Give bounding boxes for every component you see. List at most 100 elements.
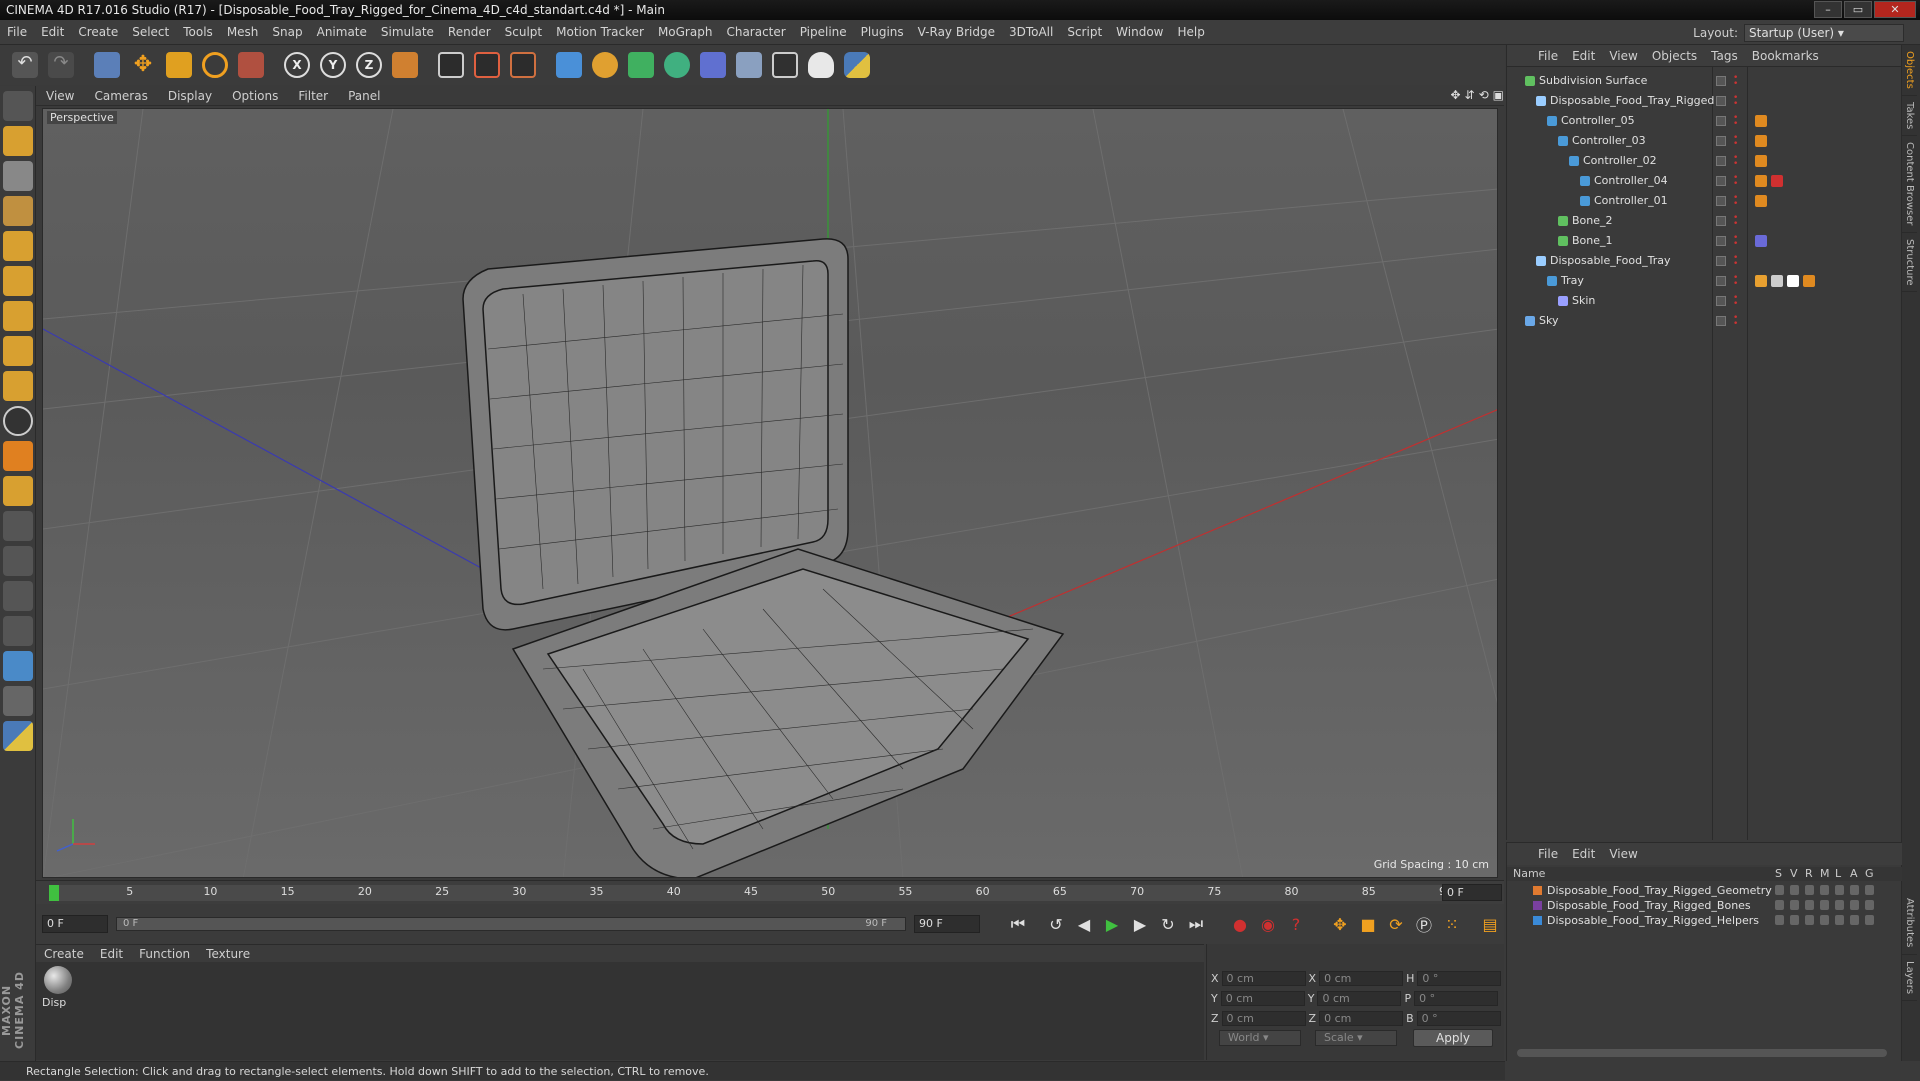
menu-pipeline[interactable]: Pipeline xyxy=(793,25,854,39)
timeline-ruler[interactable]: 051015202530354045505560657075808590 0 F xyxy=(36,880,1504,904)
editor-visibility-toggle[interactable] xyxy=(1716,156,1726,166)
layer-flag-toggle[interactable] xyxy=(1835,885,1844,895)
menu-sculpt[interactable]: Sculpt xyxy=(498,25,549,39)
size-y-field[interactable]: 0 cm xyxy=(1317,991,1402,1006)
key-pla-button[interactable]: ⁙ xyxy=(1440,912,1464,936)
menu-create[interactable]: Create xyxy=(71,25,125,39)
layer-flag-toggle[interactable] xyxy=(1850,915,1859,925)
menu-help[interactable]: Help xyxy=(1170,25,1211,39)
rotate-button[interactable] xyxy=(198,48,232,82)
points-mode-button[interactable] xyxy=(3,231,33,261)
rotation-p-field[interactable]: 0 ° xyxy=(1414,991,1499,1006)
menu-v-ray-bridge[interactable]: V-Ray Bridge xyxy=(911,25,1002,39)
material-tag-icon[interactable] xyxy=(1803,275,1815,287)
layer-row[interactable]: Disposable_Food_Tray_Rigged_Helpers xyxy=(1507,913,1902,928)
close-button[interactable]: ✕ xyxy=(1874,1,1916,18)
render-visibility-dots[interactable]: • • xyxy=(1733,214,1738,229)
render-visibility-dots[interactable]: • • xyxy=(1733,134,1738,149)
apply-button[interactable]: Apply xyxy=(1413,1029,1493,1047)
next-frame-button[interactable]: ▶ xyxy=(1128,912,1152,936)
ik-tool-button[interactable] xyxy=(3,546,33,576)
quantize-button[interactable] xyxy=(3,476,33,506)
subdivision-button[interactable] xyxy=(624,48,658,82)
snap-button[interactable] xyxy=(3,406,33,436)
python-script-button[interactable] xyxy=(3,721,33,751)
object-row[interactable]: Controller_02 • • xyxy=(1507,151,1902,171)
workplane-button[interactable] xyxy=(3,196,33,226)
object-row[interactable]: Tray • • xyxy=(1507,271,1902,291)
menu-motion-tracker[interactable]: Motion Tracker xyxy=(549,25,651,39)
auto-keying-button[interactable]: ◉ xyxy=(1256,912,1280,936)
constraint-tag-icon[interactable] xyxy=(1755,135,1767,147)
viewport-menu-display[interactable]: Display xyxy=(158,89,222,103)
lock-workplane-button[interactable] xyxy=(3,651,33,681)
move-button[interactable]: ✥ xyxy=(126,48,160,82)
z-axis-button[interactable]: Z xyxy=(352,48,386,82)
side-tab-attributes[interactable]: Attributes xyxy=(1902,892,1917,955)
pan-icon[interactable]: ✥ xyxy=(1450,88,1460,102)
axis-mode-button[interactable] xyxy=(3,336,33,366)
undo-button[interactable]: ↶ xyxy=(8,48,42,82)
go-to-start-button[interactable]: ⏮ xyxy=(1006,912,1030,936)
menu-window[interactable]: Window xyxy=(1109,25,1170,39)
current-frame-field[interactable]: 0 F xyxy=(1442,884,1502,901)
viewport-menu-cameras[interactable]: Cameras xyxy=(84,89,157,103)
editor-visibility-toggle[interactable] xyxy=(1716,276,1726,286)
editor-visibility-toggle[interactable] xyxy=(1716,216,1726,226)
object-menu-objects[interactable]: Objects xyxy=(1645,49,1704,63)
material-menu-function[interactable]: Function xyxy=(131,947,198,961)
playhead[interactable] xyxy=(49,885,59,901)
constraint-tag-icon[interactable] xyxy=(1755,195,1767,207)
menu-simulate[interactable]: Simulate xyxy=(374,25,441,39)
material-tag-icon[interactable] xyxy=(1755,275,1767,287)
timeline-window-button[interactable]: ▤ xyxy=(1478,912,1502,936)
end-frame-field[interactable]: 90 F xyxy=(914,915,980,933)
object-row[interactable]: Bone_2 • • xyxy=(1507,211,1902,231)
layer-flag-toggle[interactable] xyxy=(1820,885,1829,895)
material-menu-texture[interactable]: Texture xyxy=(198,947,258,961)
menu-character[interactable]: Character xyxy=(719,25,792,39)
layer-flag-toggle[interactable] xyxy=(1835,915,1844,925)
previous-frame-button[interactable]: ◀ xyxy=(1072,912,1096,936)
material-menu-create[interactable]: Create xyxy=(36,947,92,961)
object-menu-view[interactable]: View xyxy=(1602,49,1644,63)
layer-menu-file[interactable]: File xyxy=(1531,847,1565,861)
viewport-menu-panel[interactable]: Panel xyxy=(338,89,390,103)
rotation-b-field[interactable]: 0 ° xyxy=(1416,1011,1501,1026)
render-visibility-dots[interactable]: • • xyxy=(1733,94,1738,109)
layer-flag-toggle[interactable] xyxy=(1865,915,1874,925)
texture-mode-button[interactable] xyxy=(3,161,33,191)
paint-weights-button[interactable] xyxy=(3,581,33,611)
material-tag-icon[interactable] xyxy=(1771,275,1783,287)
object-row[interactable]: Controller_01 • • xyxy=(1507,191,1902,211)
layer-scrollbar[interactable] xyxy=(1517,1049,1887,1057)
maximize-view-icon[interactable]: ▣ xyxy=(1493,88,1504,102)
play-button[interactable]: ▶ xyxy=(1100,912,1124,936)
object-row[interactable]: Controller_05 • • xyxy=(1507,111,1902,131)
menu-tools[interactable]: Tools xyxy=(176,25,220,39)
render-visibility-dots[interactable]: • • xyxy=(1733,174,1738,189)
dynamics-button[interactable] xyxy=(3,686,33,716)
key-position-button[interactable]: ✥ xyxy=(1328,912,1352,936)
render-picture-viewer-button[interactable] xyxy=(470,48,504,82)
viewport-menu-options[interactable]: Options xyxy=(222,89,288,103)
previous-key-button[interactable]: ↺ xyxy=(1044,912,1068,936)
constraint-tag-icon[interactable] xyxy=(1755,155,1767,167)
render-visibility-dots[interactable]: • • xyxy=(1733,314,1738,329)
layer-flag-toggle[interactable] xyxy=(1790,900,1799,910)
layer-flag-toggle[interactable] xyxy=(1850,885,1859,895)
position-x-field[interactable]: 0 cm xyxy=(1221,971,1306,986)
layer-flag-toggle[interactable] xyxy=(1820,915,1829,925)
tweak-mode-button[interactable] xyxy=(3,371,33,401)
layer-menu-edit[interactable]: Edit xyxy=(1565,847,1602,861)
magnet-button[interactable] xyxy=(3,441,33,471)
layer-row[interactable]: Disposable_Food_Tray_Rigged_Geometry xyxy=(1507,883,1902,898)
minimize-button[interactable]: – xyxy=(1814,1,1842,18)
maximize-button[interactable]: ▭ xyxy=(1844,1,1872,18)
coordinate-mode-dropdown[interactable]: World ▾ xyxy=(1219,1030,1301,1046)
render-visibility-dots[interactable]: • • xyxy=(1733,154,1738,169)
live-selection-button[interactable] xyxy=(90,48,124,82)
layer-flag-toggle[interactable] xyxy=(1775,900,1784,910)
spline-pen-button[interactable] xyxy=(588,48,622,82)
perspective-viewport[interactable]: Perspective Grid Spacing : 10 cm xyxy=(42,108,1498,878)
